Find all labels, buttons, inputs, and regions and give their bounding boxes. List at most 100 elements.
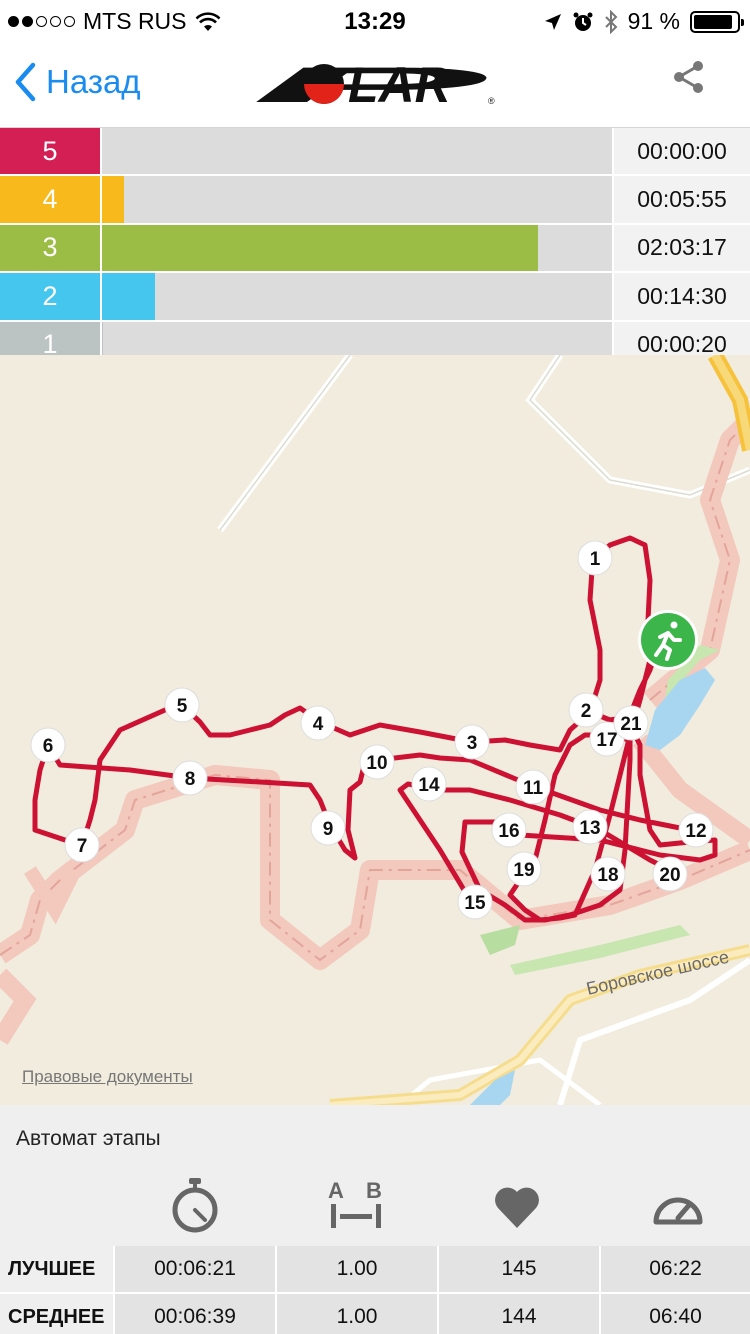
best-heart-rate: 145: [439, 1246, 599, 1292]
lap-marker-label: 17: [596, 730, 617, 751]
lap-marker-label: 7: [77, 836, 88, 857]
zone-time: 00:14:30: [614, 273, 750, 320]
lap-marker[interactable]: 15: [457, 884, 493, 920]
zone-number: 4: [0, 176, 100, 223]
lap-marker-label: 19: [513, 860, 534, 881]
best-pace: 06:22: [601, 1246, 750, 1292]
navigation-bar: Назад P LAR ®: [0, 42, 750, 128]
laps-column-icons: A B: [0, 1170, 750, 1246]
lap-marker-label: 1: [590, 549, 601, 570]
battery-icon: [690, 10, 744, 33]
zone-bar-fill: [102, 224, 539, 272]
lap-marker-label: 10: [366, 753, 387, 774]
zone-row: 3 02:03:17: [0, 224, 750, 274]
lap-marker-label: 11: [523, 778, 544, 799]
zone-row: 2 00:14:30: [0, 273, 750, 322]
zone-bar-track: [102, 273, 612, 320]
start-marker[interactable]: [638, 610, 698, 670]
lap-marker[interactable]: 5: [164, 687, 200, 723]
stopwatch-icon: [115, 1176, 275, 1239]
location-arrow-icon: [544, 13, 561, 30]
lap-marker[interactable]: 10: [359, 744, 395, 780]
zone-bar-fill: [102, 176, 124, 223]
lap-marker-label: 6: [43, 736, 54, 757]
lap-marker-label: 9: [323, 819, 334, 840]
svg-text:A: A: [328, 1178, 344, 1203]
best-duration: 00:06:21: [115, 1246, 275, 1292]
status-bar: MTS RUS 13:29 91 %: [0, 0, 750, 42]
lap-marker[interactable]: 16: [491, 812, 527, 848]
zone-number: 3: [0, 224, 100, 272]
map-canvas: Боровское шоссе 123456789101112131415161…: [0, 355, 750, 1105]
lap-marker-label: 13: [579, 818, 600, 839]
lap-marker-label: 18: [597, 865, 618, 886]
stats-row-average: СРЕДНЕЕ 00:06:39 1.00 144 06:40: [0, 1294, 750, 1334]
lap-marker[interactable]: 7: [64, 827, 100, 863]
zone-row: 5 00:00:00: [0, 128, 750, 177]
lap-marker-label: 21: [620, 714, 642, 735]
lap-marker[interactable]: 21: [613, 705, 649, 741]
zone-time: 00:05:55: [614, 176, 750, 223]
lap-marker[interactable]: 9: [310, 810, 346, 846]
back-button[interactable]: Назад: [14, 62, 141, 102]
svg-text:®: ®: [488, 96, 495, 106]
zone-bar-track: [102, 176, 612, 223]
stats-label: ЛУЧШЕЕ: [0, 1246, 113, 1292]
lap-marker[interactable]: 12: [678, 812, 714, 848]
legal-documents-link[interactable]: Правовые документы: [22, 1067, 193, 1087]
lap-marker-label: 4: [313, 714, 324, 735]
stats-row-best: ЛУЧШЕЕ 00:06:21 1.00 145 06:22: [0, 1246, 750, 1294]
bluetooth-icon: [604, 9, 617, 34]
average-heart-rate: 144: [439, 1294, 599, 1334]
alarm-icon: [573, 12, 593, 31]
average-distance: 1.00: [277, 1294, 437, 1334]
lap-marker[interactable]: 1: [577, 540, 613, 576]
lap-marker[interactable]: 20: [652, 856, 688, 892]
zone-bar-track: [102, 128, 612, 175]
lap-marker-label: 14: [418, 775, 440, 796]
svg-text:LAR: LAR: [348, 60, 451, 108]
chevron-left-icon: [15, 62, 36, 102]
lap-marker-label: 15: [464, 893, 486, 914]
back-label: Назад: [46, 63, 141, 100]
lap-marker-label: 5: [177, 696, 188, 717]
lap-marker[interactable]: 4: [300, 705, 336, 741]
lap-marker[interactable]: 2: [568, 692, 604, 728]
zone-time: 00:00:00: [614, 128, 750, 175]
laps-stats-table: ЛУЧШЕЕ 00:06:21 1.00 145 06:22 СРЕДНЕЕ 0…: [0, 1246, 750, 1334]
lap-marker[interactable]: 8: [172, 760, 208, 796]
distance-ab-icon: A B: [276, 1176, 436, 1239]
share-icon[interactable]: [672, 60, 706, 94]
lap-marker[interactable]: 3: [454, 724, 490, 760]
speedometer-icon: [598, 1176, 750, 1239]
lap-marker[interactable]: 11: [515, 769, 551, 805]
battery-percent: 91 %: [627, 8, 680, 34]
average-duration: 00:06:39: [115, 1294, 275, 1334]
lap-marker-label: 2: [581, 701, 592, 722]
lap-marker-label: 20: [659, 865, 680, 886]
lap-marker[interactable]: 18: [590, 856, 626, 892]
polar-logo: P LAR ®: [250, 60, 495, 108]
lap-marker[interactable]: 13: [572, 809, 608, 845]
zone-number: 5: [0, 128, 100, 175]
zone-number: 2: [0, 273, 100, 320]
zone-bar-fill: [102, 273, 156, 320]
average-pace: 06:40: [601, 1294, 750, 1334]
laps-title: Автомат этапы: [16, 1127, 161, 1150]
heart-rate-zones: 5 00:00:00 4 00:05:55 3 02:03:17 2 00:14:30 1 00:…: [0, 128, 750, 370]
lap-marker-label: 16: [498, 821, 519, 842]
best-distance: 1.00: [277, 1246, 437, 1292]
lap-marker-label: 8: [185, 769, 196, 790]
zone-time: 02:03:17: [614, 224, 750, 272]
lap-marker-label: 12: [685, 821, 706, 842]
lap-marker[interactable]: 19: [506, 851, 542, 887]
heart-icon: [437, 1176, 597, 1239]
lap-marker-label: 3: [467, 733, 478, 754]
zone-bar-track: [102, 224, 612, 272]
lap-marker[interactable]: 6: [30, 727, 66, 763]
laps-header: Автомат этапы: [0, 1105, 750, 1173]
lap-marker[interactable]: 14: [411, 766, 447, 802]
zone-row: 4 00:05:55: [0, 176, 750, 225]
route-map[interactable]: Боровское шоссе 1 2 3 4 5 6 7 8 9 10 11 12 13 14 15 16 1…: [0, 355, 750, 1105]
stats-label: СРЕДНЕЕ: [0, 1294, 113, 1334]
